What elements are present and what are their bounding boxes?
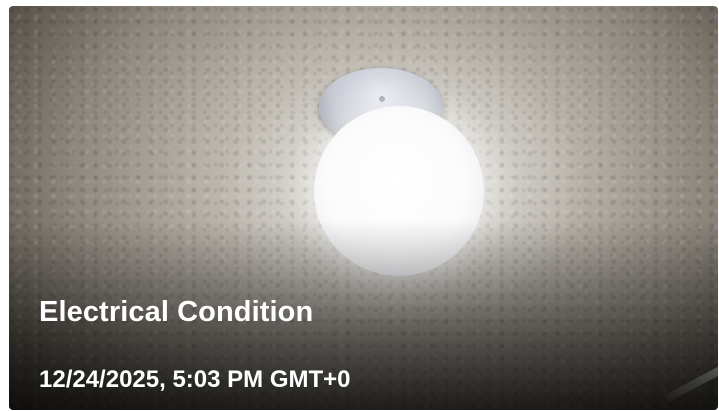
card-title: Electrical Condition bbox=[39, 296, 314, 328]
card-timestamp: 12/24/2025, 5:03 PM GMT+0 bbox=[39, 366, 351, 393]
inspection-photo-card[interactable]: Electrical Condition 12/24/2025, 5:03 PM… bbox=[9, 6, 718, 410]
